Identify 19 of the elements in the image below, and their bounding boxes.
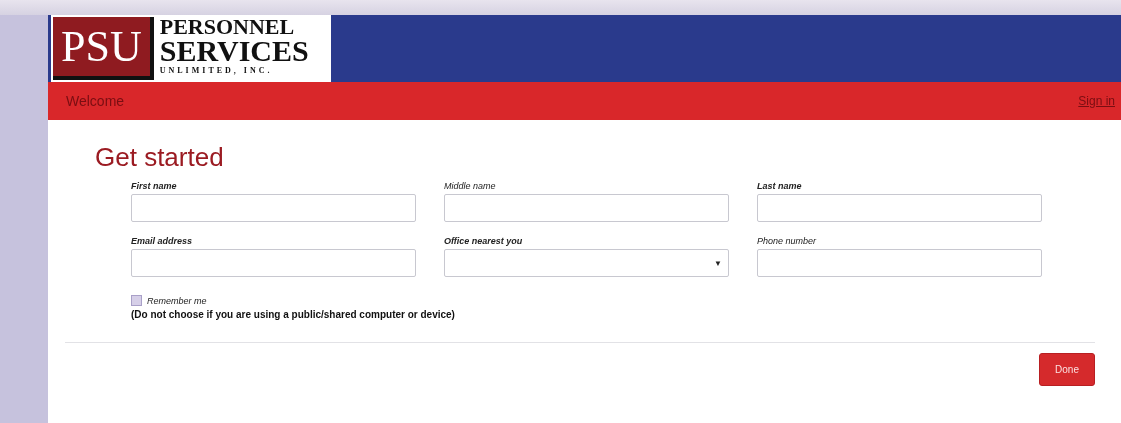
field-label: First name xyxy=(131,181,178,191)
field-label: Email address xyxy=(131,236,194,246)
dropdown-field[interactable]: ▼ xyxy=(444,249,729,277)
input-field[interactable] xyxy=(757,249,1042,277)
notice-text: (Do not choose if you are using a public/shared computer or device) xyxy=(131,309,456,320)
checkbox-label: Remember me xyxy=(147,295,207,306)
page-heading: Get started xyxy=(95,142,225,173)
field-label: Middle name xyxy=(444,181,497,191)
input-field[interactable] xyxy=(131,194,416,222)
caret-icon: ▼ xyxy=(714,258,722,268)
input-field[interactable] xyxy=(757,194,1042,222)
input-field[interactable] xyxy=(131,249,416,277)
checkbox[interactable] xyxy=(131,295,142,306)
field-label: Office nearest you xyxy=(444,236,524,246)
field-label: Last name xyxy=(757,181,803,191)
field-label: Phone number xyxy=(757,236,818,246)
input-field[interactable] xyxy=(444,194,729,222)
done-button[interactable]: Done xyxy=(1039,353,1095,386)
nav-title: Welcome xyxy=(66,93,125,109)
